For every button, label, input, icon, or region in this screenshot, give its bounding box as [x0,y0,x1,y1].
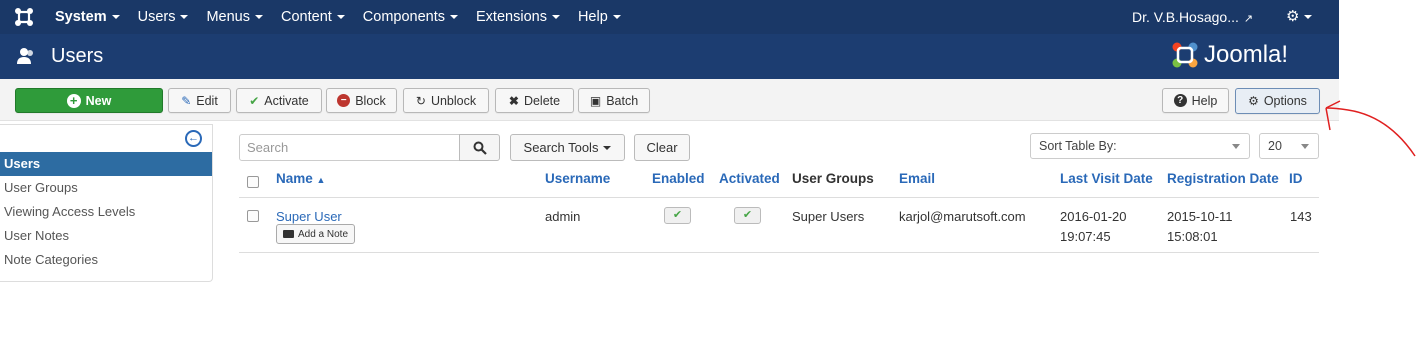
chevron-down-icon [180,15,189,20]
edit-icon: ✎ [181,93,192,108]
table-divider [239,252,1319,253]
chevron-down-icon [111,15,120,20]
batch-icon: ▣ [589,93,602,108]
column-header-registration[interactable]: Registration Date [1167,171,1279,186]
toolbar: + New ✎ Edit ✔ Activate − Block ↻ Unblock ✖ De… [0,79,1339,121]
batch-button[interactable]: ▣ Batch [578,88,650,113]
annotation-arrow-icon [1325,100,1416,157]
sidebar: ← Users User Groups Viewing Access Level… [0,124,213,282]
id-cell: 143 [1290,209,1312,224]
menu-menus[interactable]: Menus [197,0,272,34]
sidebar-item-user-notes[interactable]: User Notes [0,224,212,248]
search-tools-button[interactable]: Search Tools [510,134,625,161]
chevron-down-icon [255,15,263,20]
brand-text: Joomla! [1204,41,1289,68]
user-site-link[interactable]: Dr. V.B.Hosago... ↗ [1132,0,1253,36]
last-visit-date-cell: 2016-01-20 19:07:45 [1060,209,1127,244]
menu-extensions[interactable]: Extensions [467,0,569,34]
block-button[interactable]: − Block [326,88,397,113]
sidebar-item-users[interactable]: Users [0,152,212,176]
menu-users[interactable]: Users [129,0,198,34]
column-header-email[interactable]: Email [899,171,935,186]
user-groups-cell: Super Users [792,209,865,224]
chevron-down-icon [612,15,621,20]
chevron-down-icon [1232,144,1240,149]
column-header-enabled[interactable]: Enabled [652,171,705,186]
enabled-toggle[interactable]: ✔ [664,207,691,224]
joomla-logo-icon[interactable] [14,7,34,27]
activated-toggle[interactable]: ✔ [734,207,761,224]
check-icon: ✔ [742,209,753,221]
list-limit-select[interactable]: 20 [1259,133,1319,159]
chevron-down-icon [450,15,459,20]
refresh-icon: ↻ [415,93,426,108]
delete-button[interactable]: ✖ Delete [495,88,574,113]
edit-button[interactable]: ✎ Edit [168,88,231,113]
joomla-brand: Joomla! [1170,38,1288,72]
chevron-down-icon [551,15,560,20]
username-cell: admin [545,209,581,224]
menu-content[interactable]: Content [272,0,354,34]
search-button[interactable] [459,134,500,161]
registration-date-cell: 2015-10-11 15:08:01 [1167,209,1233,244]
gear-icon: ⚙ [1286,8,1300,25]
block-icon: − [337,94,351,107]
menu-help[interactable]: Help [569,0,630,34]
sidebar-item-user-groups[interactable]: User Groups [0,176,212,200]
column-header-id[interactable]: ID [1289,171,1303,186]
chevron-down-icon [336,15,345,20]
activate-button[interactable]: ✔ Activate [236,88,322,113]
check-icon: ✔ [249,93,260,108]
row-checkbox[interactable] [247,210,259,222]
joomla-brand-icon [1172,42,1198,68]
select-all-checkbox[interactable] [247,176,259,188]
sidebar-item-note-categories[interactable]: Note Categories [0,248,212,272]
search-input[interactable]: Search [239,134,460,161]
new-button[interactable]: + New [15,88,163,113]
column-header-activated[interactable]: Activated [719,171,780,186]
delete-icon: ✖ [508,93,519,108]
help-icon: ? [1173,94,1187,107]
options-button[interactable]: ⚙ Options [1235,88,1320,114]
column-header-last-visit[interactable]: Last Visit Date [1060,171,1153,186]
sidebar-collapse-icon[interactable]: ← [185,130,202,147]
page-title: Users [51,45,104,67]
help-button[interactable]: ? Help [1162,88,1229,113]
sort-asc-icon: ▲ [316,175,326,185]
column-header-name[interactable]: Name ▲ [276,171,325,186]
page-header: Users Joomla! [0,34,1339,79]
menu-system[interactable]: System [46,0,129,34]
chevron-down-icon [1304,15,1313,20]
external-link-icon: ↗ [1243,13,1254,25]
email-cell: karjol@marutsoft.com [899,209,1026,224]
column-header-username[interactable]: Username [545,171,610,186]
column-header-user-groups: User Groups [792,171,874,186]
table-divider [239,197,1319,198]
main-menu: System Users Menus Content Components Ex… [46,0,630,34]
search-icon [473,141,487,155]
sort-table-select[interactable]: Sort Table By: [1030,133,1250,159]
check-icon: ✔ [672,209,683,221]
note-card-icon [282,230,294,238]
user-menu-gear[interactable]: ⚙ [1286,0,1313,34]
add-note-button[interactable]: Add a Note [276,224,355,244]
unblock-button[interactable]: ↻ Unblock [403,88,489,113]
clear-button[interactable]: Clear [634,134,690,161]
chevron-down-icon [603,145,612,150]
users-icon [17,48,33,64]
gear-icon: ⚙ [1248,94,1259,108]
top-navbar: System Users Menus Content Components Ex… [0,0,1339,34]
menu-components[interactable]: Components [354,0,467,34]
plus-circle-icon: + [66,93,81,108]
user-name: Dr. V.B.Hosago... [1132,9,1239,25]
sidebar-item-viewing-access-levels[interactable]: Viewing Access Levels [0,200,212,224]
chevron-down-icon [1301,144,1309,149]
